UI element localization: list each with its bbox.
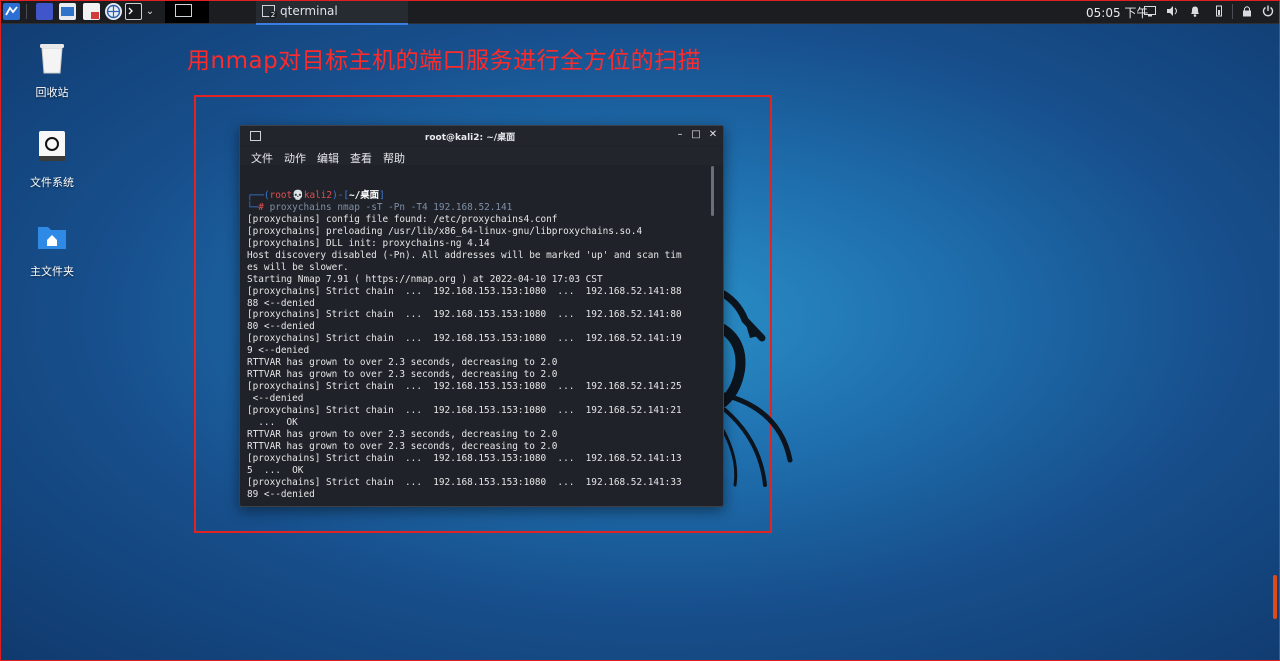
- terminal-window[interactable]: root@kali2: ~/桌面 – □ ✕ 文件 动作 编辑 查看 帮助 ┌─…: [239, 125, 724, 507]
- edge-indicator: [1273, 575, 1277, 619]
- output-line: [proxychains] Strict chain ... 192.168.1…: [247, 309, 682, 321]
- maximize-button[interactable]: □: [690, 129, 702, 141]
- text-editor-icon[interactable]: [83, 3, 100, 20]
- lock-screen-icon[interactable]: [1240, 4, 1254, 18]
- minimize-button[interactable]: –: [674, 129, 686, 141]
- output-line: RTTVAR has grown to over 2.3 seconds, de…: [247, 357, 558, 369]
- desktop-item-home[interactable]: 主文件夹: [7, 219, 97, 279]
- output-line: [proxychains] Strict chain ... 192.168.1…: [247, 381, 682, 393]
- prompt-path: ~/桌面: [349, 189, 380, 201]
- terminal-titlebar[interactable]: root@kali2: ~/桌面 – □ ✕: [240, 126, 723, 146]
- menu-help[interactable]: 帮助: [383, 150, 405, 166]
- taskbar-separator: [26, 4, 27, 19]
- desktop-item-label: 主文件夹: [30, 265, 74, 278]
- menu-view[interactable]: 查看: [350, 150, 372, 166]
- output-line: [proxychains] Strict chain ... 192.168.1…: [247, 476, 682, 488]
- prompt-line: ┌──(root💀kali2)-[~/桌面]: [247, 189, 385, 201]
- launcher-dropdown-icon[interactable]: ⌄: [144, 3, 156, 20]
- output-line: [proxychains] Strict chain ... 192.168.1…: [247, 333, 682, 345]
- task-title: qterminal: [280, 4, 338, 18]
- menu-edit[interactable]: 编辑: [317, 150, 339, 166]
- desktop-item-label: 回收站: [35, 86, 69, 99]
- output-line: Host discovery disabled (-Pn). All addre…: [247, 249, 682, 261]
- output-lines: [proxychains] config file found: /etc/pr…: [247, 214, 712, 501]
- trash-icon: [36, 40, 68, 76]
- taskbar: ⌄ 2 qterminal 05:05 下午: [0, 0, 1280, 25]
- terminal-title: root@kali2: ~/桌面: [424, 133, 516, 143]
- terminal-launcher-icon[interactable]: [125, 3, 142, 20]
- battery-icon[interactable]: [1212, 4, 1226, 18]
- power-icon[interactable]: [1261, 4, 1275, 18]
- desktop-item-label: 文件系统: [30, 176, 74, 189]
- prompt-user: root: [269, 189, 293, 201]
- output-line: [proxychains] DLL init: proxychains-ng 4…: [247, 237, 490, 249]
- output-line: 5 ... OK: [247, 464, 304, 476]
- home-folder-icon: [36, 219, 68, 255]
- file-manager-icon[interactable]: [59, 3, 76, 20]
- volume-icon[interactable]: [1165, 4, 1179, 18]
- drive-icon: [36, 130, 68, 166]
- output-line: 89 <--denied: [247, 488, 315, 500]
- command-text: proxychains nmap -sT -Pn -T4 192.168.52.…: [269, 201, 513, 213]
- output-line: RTTVAR has grown to over 2.3 seconds, de…: [247, 369, 558, 381]
- screen-icon[interactable]: [1143, 4, 1157, 18]
- menu-file[interactable]: 文件: [251, 150, 273, 166]
- terminal-output[interactable]: ┌──(root💀kali2)-[~/桌面] └─# proxychains nm…: [247, 178, 712, 525]
- clock[interactable]: 05:05 下午: [1086, 4, 1148, 21]
- output-line: [proxychains] Strict chain ... 192.168.1…: [247, 405, 682, 417]
- output-line: [proxychains] Strict chain ... 192.168.1…: [247, 452, 682, 464]
- desktop-item-filesystem[interactable]: 文件系统: [7, 130, 97, 190]
- command-line: └─# proxychains nmap -sT -Pn -T4 192.168…: [247, 201, 513, 213]
- terminal-scrollbar[interactable]: [711, 166, 714, 216]
- output-line: es will be slower.: [247, 261, 349, 273]
- terminal-menubar: 文件 动作 编辑 查看 帮助: [240, 147, 723, 165]
- menu-actions[interactable]: 动作: [284, 150, 306, 166]
- prompt-host: kali2: [303, 189, 333, 201]
- close-button[interactable]: ✕: [707, 129, 719, 141]
- output-line: RTTVAR has grown to over 2.3 seconds, de…: [247, 440, 558, 452]
- output-line: 9 <--denied: [247, 345, 310, 357]
- output-line: [proxychains] config file found: /etc/pr…: [247, 213, 558, 225]
- output-line: <--denied: [247, 393, 304, 405]
- output-line: ... OK: [247, 417, 298, 429]
- output-line: Starting Nmap 7.91 ( https://nmap.org ) …: [247, 273, 603, 285]
- output-line: [proxychains] preloading /usr/lib/x86_64…: [247, 225, 643, 237]
- desktop-item-trash[interactable]: 回收站: [7, 40, 97, 100]
- notification-bell-icon[interactable]: [1188, 4, 1202, 18]
- workspace-icon: [175, 4, 192, 17]
- workspace-switcher[interactable]: [165, 0, 209, 23]
- desktop-icon[interactable]: [36, 3, 53, 20]
- tray-separator: [1232, 4, 1233, 19]
- annotation-caption: 用nmap对目标主机的端口服务进行全方位的扫描: [187, 48, 702, 74]
- kali-menu-icon[interactable]: [3, 3, 20, 20]
- output-line: RTTVAR has grown to over 2.3 seconds, de…: [247, 429, 558, 441]
- output-line: [proxychains] Strict chain ... 192.168.1…: [247, 285, 682, 297]
- browser-icon[interactable]: [105, 3, 122, 20]
- output-line: 80 <--denied: [247, 321, 315, 333]
- task-count-badge: 2: [269, 11, 277, 19]
- output-line: 88 <--denied: [247, 297, 315, 309]
